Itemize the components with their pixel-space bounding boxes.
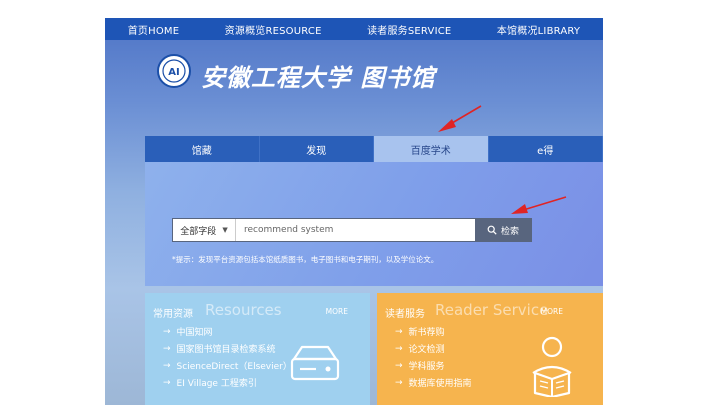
list-item-label: 论文检测 bbox=[408, 345, 445, 355]
list-item-label: 新书荐购 bbox=[408, 328, 445, 338]
arrow-right-icon: → bbox=[163, 360, 171, 371]
search-button[interactable]: 检索 bbox=[475, 219, 531, 241]
arrow-right-icon: → bbox=[163, 377, 171, 388]
server-drive-icon bbox=[290, 345, 340, 381]
service-card: Reader Service 读者服务 MORE → 新书荐购 → 论文检测 → 学科… bbox=[377, 293, 603, 405]
service-card-header: Reader Service 读者服务 MORE bbox=[377, 299, 603, 320]
arrow-right-icon: → bbox=[395, 360, 403, 371]
list-item-label: 国家图书馆目录检索系统 bbox=[176, 345, 276, 355]
nav-home[interactable]: 首页HOME bbox=[128, 22, 180, 37]
university-emblem-icon[interactable]: AI bbox=[157, 54, 191, 88]
scope-value: 全部字段 bbox=[180, 226, 217, 237]
service-more-link[interactable]: MORE bbox=[541, 307, 563, 316]
tab-collection[interactable]: 馆藏 bbox=[145, 136, 260, 162]
service-title: 读者服务 bbox=[385, 309, 425, 320]
search-input[interactable] bbox=[236, 219, 475, 241]
stage: 首页HOME 资源概览RESOURCE 读者服务SERVICE 本馆概况LIBR… bbox=[0, 0, 720, 405]
reader-icon bbox=[532, 336, 572, 397]
service-title-en: Reader Service bbox=[435, 301, 549, 319]
arrow-right-icon: → bbox=[163, 326, 171, 337]
search-tabs: 馆藏 发现 百度学术 e得 bbox=[145, 136, 603, 162]
list-item-label: EI Village 工程索引 bbox=[176, 379, 257, 389]
arrow-right-icon: → bbox=[395, 377, 403, 388]
tab-ede[interactable]: e得 bbox=[489, 136, 603, 162]
search-bar: 全部字段 ▼ 检索 bbox=[172, 218, 532, 242]
nav-library[interactable]: 本馆概况LIBRARY bbox=[497, 22, 580, 37]
search-icon bbox=[487, 225, 497, 235]
svg-text:AI: AI bbox=[168, 67, 179, 78]
tab-discovery[interactable]: 发现 bbox=[260, 136, 374, 162]
chevron-down-icon: ▼ bbox=[222, 226, 228, 234]
resources-card: Resources 常用资源 MORE → 中国知网 → 国家图书馆目录检索系统 →… bbox=[145, 293, 370, 405]
arrow-right-icon: → bbox=[163, 343, 171, 354]
list-item-label: 中国知网 bbox=[176, 328, 213, 338]
search-hint: *提示：发现平台资源包括本馆纸质图书，电子图书和电子期刊，以及学位论文。 bbox=[172, 255, 439, 264]
search-button-label: 检索 bbox=[500, 226, 519, 237]
library-homepage: 首页HOME 资源概览RESOURCE 读者服务SERVICE 本馆概况LIBR… bbox=[105, 18, 603, 405]
tab-baidu-scholar[interactable]: 百度学术 bbox=[374, 136, 489, 162]
list-item[interactable]: → 中国知网 bbox=[163, 323, 343, 340]
resources-card-header: Resources 常用资源 MORE bbox=[145, 299, 370, 320]
resources-title: 常用资源 bbox=[153, 309, 193, 320]
top-navigation: 首页HOME 资源概览RESOURCE 读者服务SERVICE 本馆概况LIBR… bbox=[105, 18, 603, 40]
list-item-label: 学科服务 bbox=[408, 362, 445, 372]
resources-title-en: Resources bbox=[205, 301, 282, 319]
scope-select[interactable]: 全部字段 ▼ bbox=[173, 219, 236, 241]
nav-service[interactable]: 读者服务SERVICE bbox=[367, 22, 451, 37]
nav-resource[interactable]: 资源概览RESOURCE bbox=[225, 22, 322, 37]
list-item-label: 数据库使用指南 bbox=[408, 379, 472, 389]
site-header: AI 安徽工程大学 图书馆 bbox=[105, 40, 603, 102]
search-panel: 馆藏 发现 百度学术 e得 全部字段 ▼ 检索 bbox=[145, 136, 603, 286]
resources-more-link[interactable]: MORE bbox=[326, 307, 348, 316]
list-item-label: ScienceDirect（Elsevier） bbox=[176, 362, 292, 372]
library-title: 安徽工程大学 图书馆 bbox=[201, 63, 436, 92]
arrow-right-icon: → bbox=[395, 343, 403, 354]
arrow-right-icon: → bbox=[395, 326, 403, 337]
